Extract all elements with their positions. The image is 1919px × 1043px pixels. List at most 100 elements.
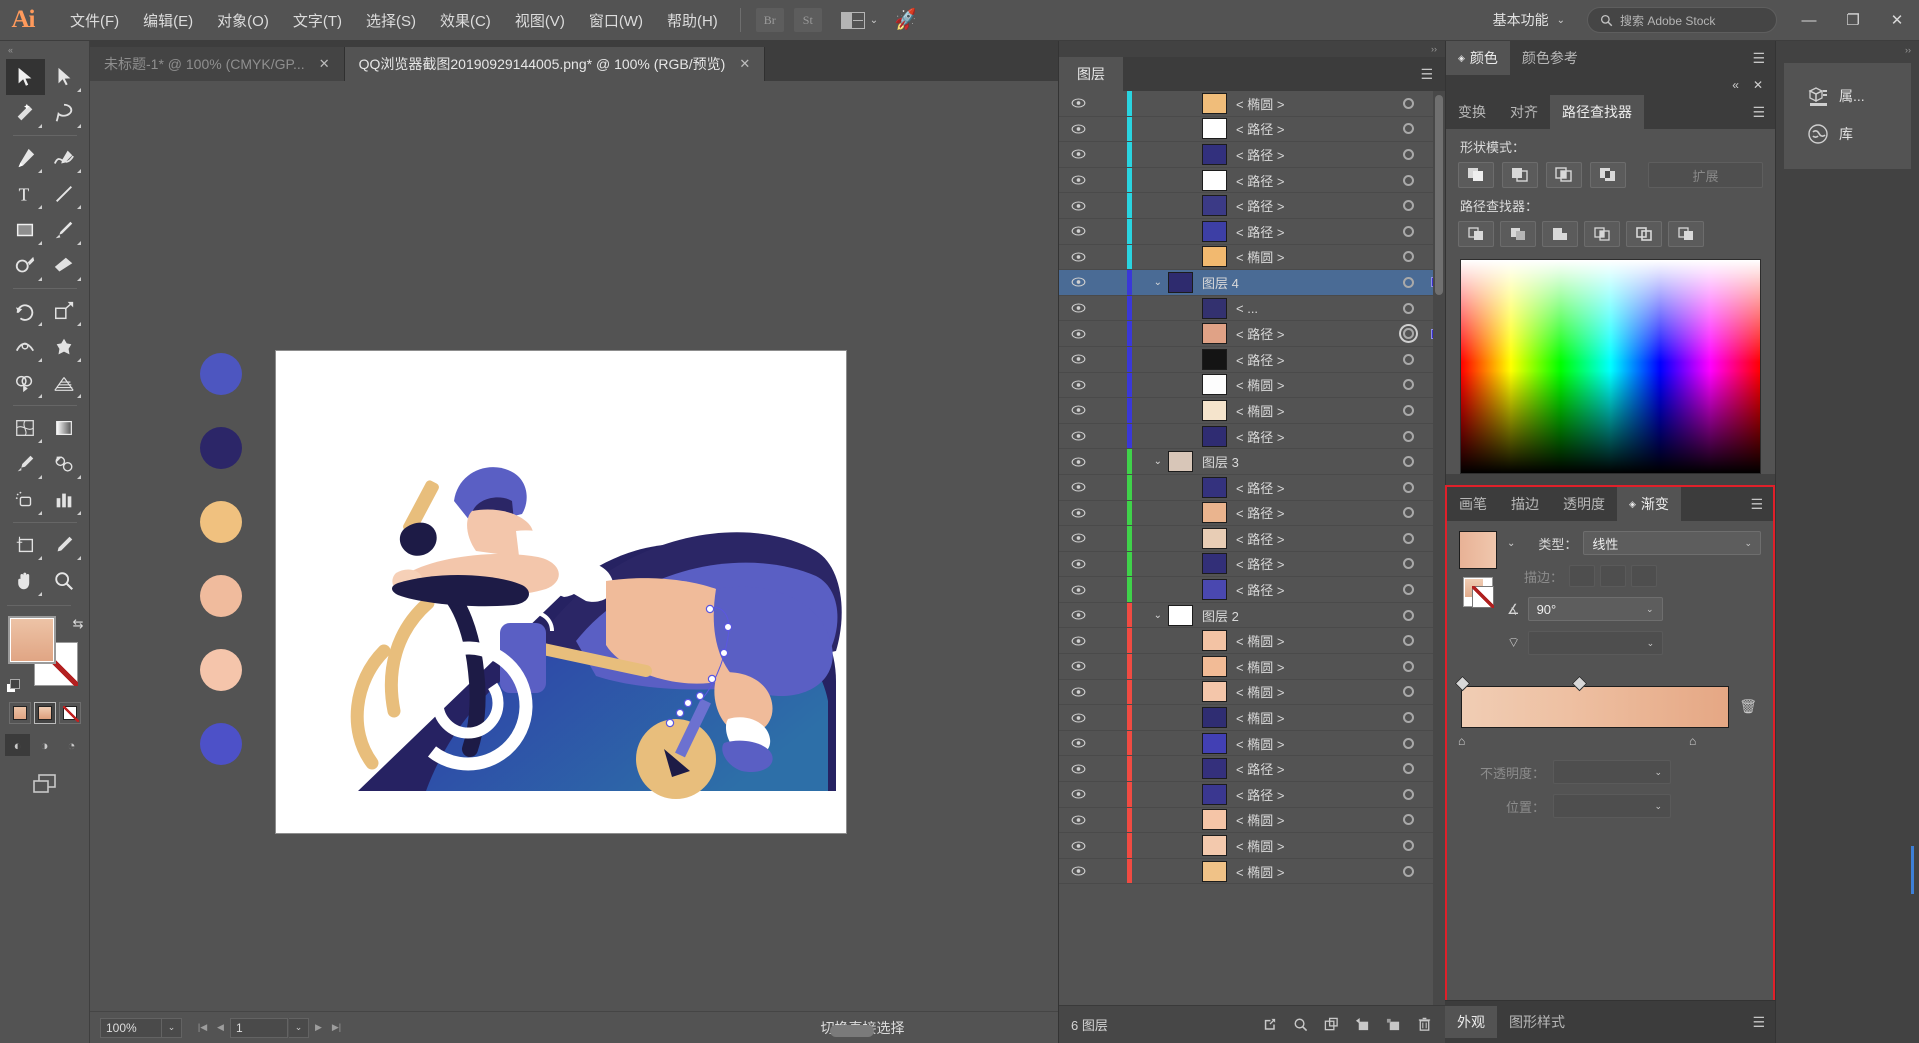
crop-icon[interactable] xyxy=(1584,221,1620,247)
layer-name[interactable]: < 路径 > xyxy=(1236,503,1389,522)
swap-fill-stroke-icon[interactable]: ⇆ xyxy=(73,616,84,632)
mesh-tool[interactable] xyxy=(6,410,45,446)
delete-selection-icon[interactable] xyxy=(1415,1016,1433,1034)
target-indicator-icon[interactable] xyxy=(1389,430,1427,442)
layer-row[interactable]: < 路径 > xyxy=(1059,116,1445,143)
layer-name[interactable]: < 路径 > xyxy=(1236,554,1389,573)
visibility-toggle-icon[interactable] xyxy=(1059,201,1097,211)
exclude-icon[interactable] xyxy=(1590,162,1626,188)
layer-name[interactable]: < 路径 > xyxy=(1236,350,1389,369)
menu-select[interactable]: 选择(S) xyxy=(354,4,428,37)
prev-artboard-icon[interactable]: ◀ xyxy=(212,1018,229,1038)
layer-row[interactable]: < 椭圆 > xyxy=(1059,654,1445,680)
menu-effect[interactable]: 效果(C) xyxy=(428,4,503,37)
layer-row[interactable]: < 路径 > xyxy=(1059,500,1445,527)
make-clipping-mask-icon[interactable] xyxy=(1260,1016,1278,1034)
panel-menu-icon[interactable]: ☰ xyxy=(1752,105,1765,119)
layer-name[interactable]: 图层 3 xyxy=(1202,452,1389,471)
target-indicator-icon[interactable] xyxy=(1389,302,1427,314)
visibility-toggle-icon[interactable] xyxy=(1059,226,1097,236)
gradient-aspect-input[interactable]: ⌄ xyxy=(1528,631,1664,655)
visibility-toggle-icon[interactable] xyxy=(1059,98,1097,108)
chevron-down-icon[interactable]: ⌄ xyxy=(1154,456,1162,467)
chevron-down-icon[interactable]: ⌄ xyxy=(289,1017,309,1038)
last-artboard-icon[interactable]: ▶| xyxy=(328,1018,345,1038)
scrollbar-thumb[interactable] xyxy=(1435,95,1443,295)
target-indicator-icon[interactable] xyxy=(1389,686,1427,698)
close-icon[interactable]: ✕ xyxy=(319,56,330,72)
layer-name[interactable]: < 路径 > xyxy=(1236,580,1389,599)
change-screen-mode-button[interactable] xyxy=(0,772,89,796)
stroke-along-icon[interactable] xyxy=(1600,565,1626,587)
visibility-toggle-icon[interactable] xyxy=(1059,482,1097,492)
tab-gradient[interactable]: ◈ 渐变 xyxy=(1617,487,1681,521)
gradient-fill-stroke-toggle[interactable] xyxy=(1463,577,1494,608)
visibility-toggle-icon[interactable] xyxy=(1059,764,1097,774)
layer-name[interactable]: < ... xyxy=(1236,301,1389,316)
gradient-tool[interactable] xyxy=(45,410,84,446)
gradient-position-input[interactable]: ⌄ xyxy=(1553,794,1671,818)
layer-name[interactable]: < 路径 > xyxy=(1236,427,1389,446)
panel-menu-icon[interactable]: ☰ xyxy=(1420,67,1433,81)
layer-name[interactable]: < 路径 > xyxy=(1236,759,1389,778)
panel-menu-icon[interactable]: ☰ xyxy=(1750,497,1763,511)
target-indicator-icon[interactable] xyxy=(1389,558,1427,570)
scrollbar-thumb[interactable] xyxy=(830,1025,874,1037)
create-new-layer-icon[interactable] xyxy=(1353,1016,1371,1034)
gradient-mode-button[interactable] xyxy=(33,702,56,724)
layer-row[interactable]: < 椭圆 > xyxy=(1059,705,1445,731)
target-indicator-icon[interactable] xyxy=(1389,174,1427,186)
document-tab-untitled[interactable]: 未标题-1* @ 100% (CMYK/GP... ✕ xyxy=(90,47,345,81)
layer-row[interactable]: < 椭圆 > xyxy=(1059,679,1445,706)
visibility-toggle-icon[interactable] xyxy=(1059,252,1097,262)
tab-transform[interactable]: 变换 xyxy=(1446,95,1498,129)
layer-row[interactable]: < 路径 > xyxy=(1059,756,1445,783)
duplicate-layer-icon[interactable] xyxy=(1384,1016,1402,1034)
curvature-tool[interactable] xyxy=(45,140,84,176)
visibility-toggle-icon[interactable] xyxy=(1059,738,1097,748)
default-fill-stroke-icon[interactable] xyxy=(5,679,21,694)
tab-layers[interactable]: 图层 xyxy=(1059,57,1123,91)
gradient-type-select[interactable]: 线性 ⌄ xyxy=(1583,531,1761,555)
bridge-button[interactable]: Br xyxy=(755,8,785,32)
gradient-fill-preview[interactable] xyxy=(1459,531,1497,569)
gradient-opacity-input[interactable]: ⌄ xyxy=(1553,760,1671,784)
layer-name[interactable]: < 椭圆 > xyxy=(1236,810,1389,829)
next-artboard-icon[interactable]: ▶ xyxy=(310,1018,327,1038)
target-indicator-icon[interactable] xyxy=(1389,353,1427,365)
fill-swatch[interactable] xyxy=(7,616,56,664)
layer-name[interactable]: < 椭圆 > xyxy=(1236,682,1389,701)
draw-behind-icon[interactable]: ◑ xyxy=(32,734,57,756)
visibility-toggle-icon[interactable] xyxy=(1059,866,1097,876)
tab-color-guide[interactable]: 颜色参考 xyxy=(1510,41,1590,75)
layer-name[interactable]: < 椭圆 > xyxy=(1236,94,1389,113)
layer-row[interactable]: < 椭圆 > xyxy=(1059,91,1445,117)
layer-name[interactable]: < 椭圆 > xyxy=(1236,401,1389,420)
width-tool[interactable] xyxy=(6,329,45,365)
target-indicator-icon[interactable] xyxy=(1389,456,1427,468)
color-mode-button[interactable] xyxy=(8,702,31,724)
zoom-control[interactable]: 100% ⌄ xyxy=(100,1017,182,1038)
layer-name[interactable]: < 路径 > xyxy=(1236,171,1389,190)
chevron-down-icon[interactable]: ⌄ xyxy=(1154,277,1162,288)
tab-pathfinder[interactable]: 路径查找器 xyxy=(1550,95,1644,129)
merge-icon[interactable] xyxy=(1542,221,1578,247)
visibility-toggle-icon[interactable] xyxy=(1059,303,1097,313)
panel-menu-icon[interactable]: ☰ xyxy=(1752,1015,1765,1029)
tab-graphic-styles[interactable]: 图形样式 xyxy=(1497,1006,1577,1038)
visibility-toggle-icon[interactable] xyxy=(1059,559,1097,569)
tab-brushes[interactable]: 画笔 xyxy=(1447,487,1499,521)
layer-row[interactable]: < 路径 > xyxy=(1059,423,1445,450)
type-tool[interactable]: T xyxy=(6,176,45,212)
layer-name[interactable]: < 椭圆 > xyxy=(1236,734,1389,753)
visibility-toggle-icon[interactable] xyxy=(1059,661,1097,671)
zoom-tool[interactable] xyxy=(45,563,84,599)
rail-item-properties[interactable]: 属... xyxy=(1784,77,1911,115)
target-indicator-icon[interactable] xyxy=(1389,507,1427,519)
target-indicator-icon[interactable] xyxy=(1389,763,1427,775)
line-segment-tool[interactable] xyxy=(45,176,84,212)
swatch-circle[interactable] xyxy=(200,575,242,617)
eyedropper-tool[interactable] xyxy=(6,446,45,482)
gradient-ramp[interactable] xyxy=(1461,686,1729,728)
layer-name[interactable]: < 椭圆 > xyxy=(1236,375,1389,394)
